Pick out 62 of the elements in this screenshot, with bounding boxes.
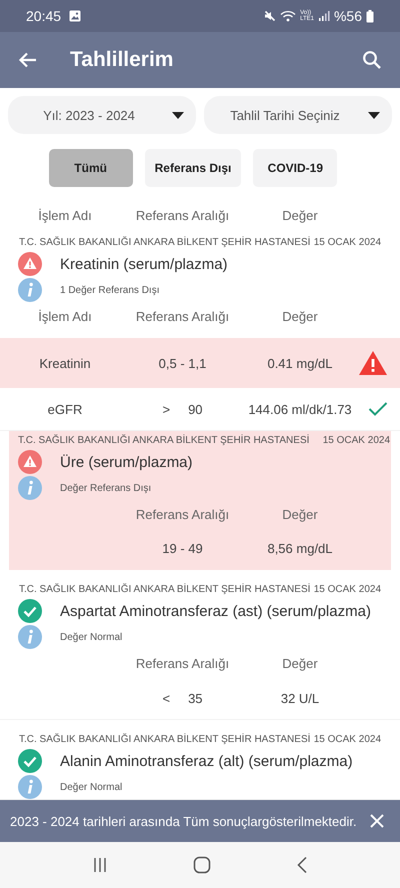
hospital-name: T.C. SAĞLIK BAKANLIĞI ANKARA BİLKENT ŞEHİR HASTANESİ — [19, 734, 310, 745]
search-icon[interactable] — [362, 50, 382, 70]
hospital-name: T.C. SAĞLIK BAKANLIĞI ANKARA BİLKENT ŞEHİR HASTANESİ — [19, 237, 310, 248]
recent-apps-icon[interactable] — [92, 857, 108, 873]
column-header: Değer — [281, 308, 319, 324]
test-name: Alanin Aminotransferaz (alt) (serum/plazma) — [60, 752, 353, 770]
range-operator: < — [162, 690, 170, 706]
column-header: Referans Aralığı — [134, 656, 230, 670]
reference-range: 19 - 49 — [162, 540, 203, 556]
clock-time: 20:45 — [26, 8, 62, 24]
screen-title: Tahlillerim — [70, 48, 174, 72]
result-date: 15 OCAK 2024 — [314, 584, 381, 595]
result-value: 8,56 mg/dL — [267, 540, 333, 556]
reference-range: 0,5 - 1,1 — [158, 356, 206, 370]
column-header: Referans Aralığı — [134, 506, 230, 522]
parameter-name: eGFR — [48, 402, 82, 416]
result-note: Değer Referans Dışı — [60, 482, 152, 494]
dropdown-arrow-icon — [368, 112, 380, 118]
parameter-name: Kreatinin — [39, 356, 91, 370]
filter-chip[interactable]: Tümü — [48, 149, 133, 187]
test-name: Kreatinin (serum/plazma) — [60, 256, 228, 272]
test-name: Üre (serum/plazma) — [60, 454, 193, 470]
result-value: 0.41 mg/dL — [267, 356, 333, 370]
result-value: 32 U/L — [280, 690, 320, 706]
dropdown-field[interactable]: Tahlil Tarihi Seçiniz — [204, 96, 392, 134]
filter-chip[interactable]: COVID-19 — [253, 149, 338, 187]
column-header: Değer — [281, 506, 319, 522]
result-note: 1 Değer Referans Dışı — [60, 284, 160, 296]
warning-triangle-icon — [358, 350, 388, 376]
result-date: 15 OCAK 2024 — [314, 237, 381, 248]
mute-icon — [264, 10, 276, 22]
image-icon — [69, 10, 82, 22]
close-icon[interactable] — [370, 814, 384, 828]
home-icon[interactable] — [192, 856, 211, 874]
back-icon[interactable] — [296, 856, 308, 874]
test-name: Aspartat Aminotransferaz (ast) (serum/plazma) — [60, 602, 371, 620]
range-operator: > — [162, 402, 170, 416]
hospital-name: T.C. SAĞLIK BAKANLIĞI ANKARA BİLKENT ŞEHİR HASTANESİ — [19, 584, 310, 595]
column-header: Referans Aralığı — [134, 208, 230, 222]
result-value: 144.06 ml/dk/1.73 — [248, 402, 352, 416]
column-header: Değer — [281, 656, 319, 670]
signal-icon — [318, 10, 330, 22]
result-date: 15 OCAK 2024 — [314, 734, 381, 745]
wifi-icon — [280, 10, 296, 22]
result-note: Değer Normal — [60, 632, 122, 642]
dropdown-arrow-icon — [172, 112, 184, 118]
column-header: İşlem Adı — [37, 208, 93, 222]
result-date: 15 OCAK 2024 — [322, 435, 390, 446]
snackbar-message: 2023 - 2024 tarihleri arasında Tüm sonuçlargösterilmektedir. — [10, 814, 358, 828]
battery-icon — [366, 10, 374, 22]
check-mark-icon — [368, 401, 388, 417]
filter-chip[interactable]: Referans Dışı — [144, 149, 242, 187]
hospital-name: T.C. SAĞLIK BAKANLIĞI ANKARA BİLKENT ŞEHİR HASTANESİ — [18, 435, 310, 446]
column-header: Referans Aralığı — [134, 308, 230, 324]
reference-range: 90 — [188, 402, 203, 416]
result-note: Değer Normal — [60, 782, 122, 792]
column-header: Değer — [281, 208, 319, 222]
back-arrow-icon[interactable] — [18, 50, 38, 70]
reference-range: 35 — [188, 690, 203, 706]
dropdown-field[interactable]: Yıl: 2023 - 2024 — [8, 96, 196, 134]
battery-percent: %56 — [334, 8, 362, 24]
column-header: İşlem Adı — [37, 308, 93, 324]
